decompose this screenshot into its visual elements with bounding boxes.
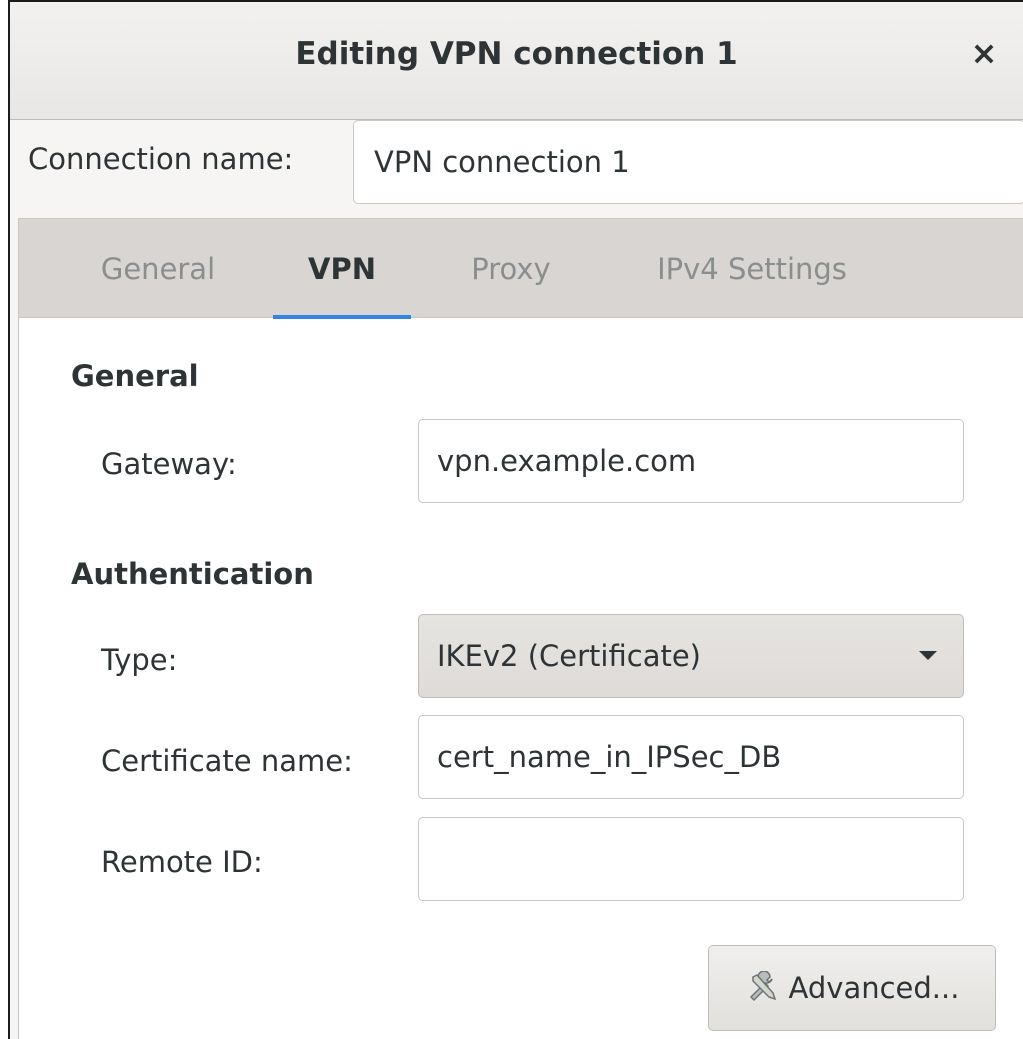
tab-ipv4-settings[interactable]: IPv4 Settings xyxy=(625,219,879,318)
certificate-name-input[interactable]: cert_name_in_IPSec_DB xyxy=(418,715,964,799)
chevron-down-icon xyxy=(919,651,937,660)
tools-icon xyxy=(745,970,779,1005)
connection-name-label: Connection name: xyxy=(28,142,294,176)
authentication-section-heading: Authentication xyxy=(71,557,314,591)
tab-general[interactable]: General xyxy=(73,219,243,318)
general-section-heading: General xyxy=(71,359,199,393)
tab-proxy[interactable]: Proxy xyxy=(449,219,573,318)
gateway-label: Gateway: xyxy=(101,447,237,481)
connection-name-input[interactable]: VPN connection 1 xyxy=(353,120,1023,204)
titlebar: Editing VPN connection 1 × xyxy=(10,2,1023,120)
vpn-editor-window: Editing VPN connection 1 × Connection na… xyxy=(8,0,1023,1039)
advanced-button[interactable]: Advanced... xyxy=(708,945,996,1031)
tab-vpn[interactable]: VPN xyxy=(273,219,411,319)
auth-type-value: IKEv2 (Certificate) xyxy=(437,639,701,673)
auth-type-dropdown[interactable]: IKEv2 (Certificate) xyxy=(418,614,964,698)
tab-bar: General VPN Proxy IPv4 Settings xyxy=(19,219,1023,319)
advanced-button-label: Advanced... xyxy=(788,971,960,1005)
certificate-name-label: Certificate name: xyxy=(101,744,353,778)
remote-id-input[interactable] xyxy=(418,817,964,901)
type-label: Type: xyxy=(101,643,178,677)
remote-id-label: Remote ID: xyxy=(101,845,263,879)
close-icon[interactable]: × xyxy=(969,37,999,69)
gateway-input[interactable]: vpn.example.com xyxy=(418,419,964,503)
window-title: Editing VPN connection 1 xyxy=(295,36,738,72)
settings-notebook: General VPN Proxy IPv4 Settings General … xyxy=(18,218,1023,1039)
